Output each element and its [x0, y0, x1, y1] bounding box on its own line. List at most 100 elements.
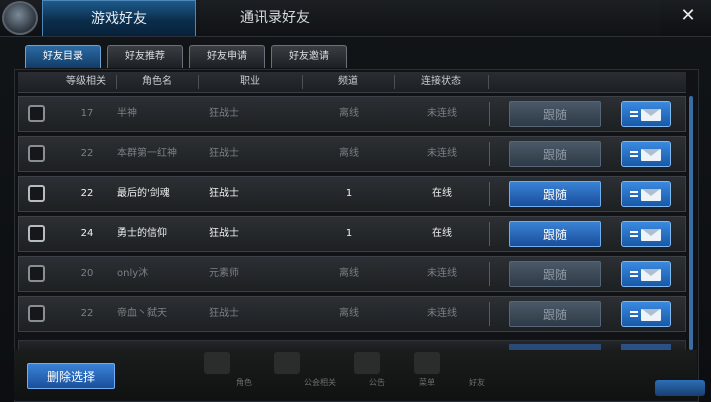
mail-button[interactable] — [621, 261, 671, 287]
speed-lines-icon — [630, 231, 638, 239]
row-status: 未连线 — [427, 108, 457, 119]
delete-selected-button[interactable]: 删除选择 — [27, 363, 115, 389]
speed-lines-icon — [630, 111, 638, 119]
row-channel: 1 — [345, 228, 353, 239]
scene-label-4: 菜单 — [419, 378, 435, 387]
subtab-friend-recommend[interactable]: 好友推荐 — [107, 45, 183, 68]
row-divider — [489, 182, 490, 206]
mail-button[interactable] — [621, 181, 671, 207]
envelope-icon — [641, 269, 661, 281]
envelope-icon — [641, 229, 661, 241]
row-status: 未连线 — [427, 268, 457, 279]
subtab-friend-invite[interactable]: 好友邀请 — [271, 45, 347, 68]
friends-window: 游戏好友 通讯录好友 ✕ 好友目录 好友推荐 好友申请 好友邀请 等级相关 角色… — [0, 0, 711, 402]
row-checkbox[interactable] — [28, 265, 45, 282]
row-divider — [489, 222, 490, 246]
follow-button[interactable]: 跟随 — [509, 181, 601, 207]
envelope-icon — [641, 309, 661, 321]
top-bar: 游戏好友 通讯录好友 ✕ — [0, 0, 711, 37]
row-job: 狂战士 — [209, 228, 239, 239]
row-level: 17 — [80, 108, 94, 119]
row-job: 狂战士 — [209, 108, 239, 119]
scene-label-2: 公会相关 — [304, 378, 336, 387]
row-level: 22 — [80, 188, 94, 199]
header-job: 职业 — [240, 76, 260, 87]
row-checkbox[interactable] — [28, 185, 45, 202]
speed-lines-icon — [630, 151, 638, 159]
header-status: 连接状态 — [421, 76, 461, 87]
row-divider — [489, 142, 490, 166]
row-job: 狂战士 — [209, 188, 239, 199]
tab-contact-friends[interactable]: 通讯录好友 — [200, 0, 660, 36]
table-header: 等级相关 角色名 职业 频道 连接状态 — [18, 72, 686, 93]
row-name: 最后的'剑魂 — [117, 188, 170, 199]
tab-game-friends[interactable]: 游戏好友 — [42, 0, 196, 36]
scene-label-3: 公告 — [369, 378, 385, 387]
table-row[interactable]: 24 勇士的信仰 狂战士 1 在线 跟随 — [18, 216, 686, 252]
follow-button[interactable]: 跟随 — [509, 141, 601, 167]
row-divider — [489, 102, 490, 126]
header-divider — [394, 75, 395, 89]
row-divider — [489, 302, 490, 326]
row-channel: 离线 — [339, 308, 359, 319]
row-job: 狂战士 — [209, 308, 239, 319]
row-level: 20 — [80, 268, 94, 279]
mail-button[interactable] — [621, 141, 671, 167]
header-divider — [116, 75, 117, 89]
table-row[interactable]: 22 最后的'剑魂 狂战士 1 在线 跟随 — [18, 176, 686, 212]
row-name: 帝血丶弑天 — [117, 308, 167, 319]
close-icon[interactable]: ✕ — [677, 5, 699, 27]
row-checkbox[interactable] — [28, 145, 45, 162]
follow-button[interactable]: 跟随 — [509, 261, 601, 287]
row-name: 本群第一红神 — [117, 148, 177, 159]
avatar-icon[interactable] — [2, 1, 38, 35]
row-status: 未连线 — [427, 148, 457, 159]
row-job: 狂战士 — [209, 148, 239, 159]
table-row[interactable]: 20 only沐 元素师 离线 未连线 跟随 — [18, 256, 686, 292]
row-divider — [489, 262, 490, 286]
header-channel: 频道 — [338, 76, 358, 87]
header-name: 角色名 — [142, 76, 172, 87]
row-status: 在线 — [432, 228, 452, 239]
speed-lines-icon — [630, 271, 638, 279]
row-status: 未连线 — [427, 308, 457, 319]
row-level: 24 — [80, 228, 94, 239]
scene-label-1: 角色 — [236, 378, 252, 387]
follow-button[interactable]: 跟随 — [509, 301, 601, 327]
subtab-friend-list[interactable]: 好友目录 — [25, 45, 101, 68]
table-row[interactable]: 22 本群第一红神 狂战士 离线 未连线 跟随 — [18, 136, 686, 172]
scene-label-5: 好友 — [469, 378, 485, 387]
header-level: 等级相关 — [66, 76, 106, 87]
row-name: 勇士的信仰 — [117, 228, 167, 239]
game-scene-background: 角色 公会相关 公告 菜单 好友 — [14, 350, 697, 400]
mail-button[interactable] — [621, 301, 671, 327]
speed-lines-icon — [630, 191, 638, 199]
scene-icon — [354, 352, 380, 374]
scrollbar[interactable] — [689, 96, 693, 350]
scene-icon — [274, 352, 300, 374]
row-checkbox[interactable] — [28, 105, 45, 122]
speed-lines-icon — [630, 311, 638, 319]
mail-button[interactable] — [621, 101, 671, 127]
row-checkbox[interactable] — [28, 305, 45, 322]
corner-menu-button[interactable] — [655, 380, 705, 396]
envelope-icon — [641, 149, 661, 161]
row-channel: 离线 — [339, 108, 359, 119]
table-row[interactable]: 22 帝血丶弑天 狂战士 离线 未连线 跟随 — [18, 296, 686, 332]
mail-button[interactable] — [621, 221, 671, 247]
follow-button[interactable]: 跟随 — [509, 221, 601, 247]
row-checkbox[interactable] — [28, 225, 45, 242]
scene-icon — [414, 352, 440, 374]
table-row[interactable]: 17 半神 狂战士 离线 未连线 跟随 — [18, 96, 686, 132]
row-status: 在线 — [432, 188, 452, 199]
subtab-friend-requests[interactable]: 好友申请 — [189, 45, 265, 68]
row-level: 22 — [80, 148, 94, 159]
row-name: only沐 — [117, 268, 149, 279]
row-level: 22 — [80, 308, 94, 319]
scene-icon — [204, 352, 230, 374]
header-divider — [302, 75, 303, 89]
row-channel: 离线 — [339, 268, 359, 279]
row-job: 元素师 — [209, 268, 239, 279]
follow-button[interactable]: 跟随 — [509, 101, 601, 127]
envelope-icon — [641, 109, 661, 121]
